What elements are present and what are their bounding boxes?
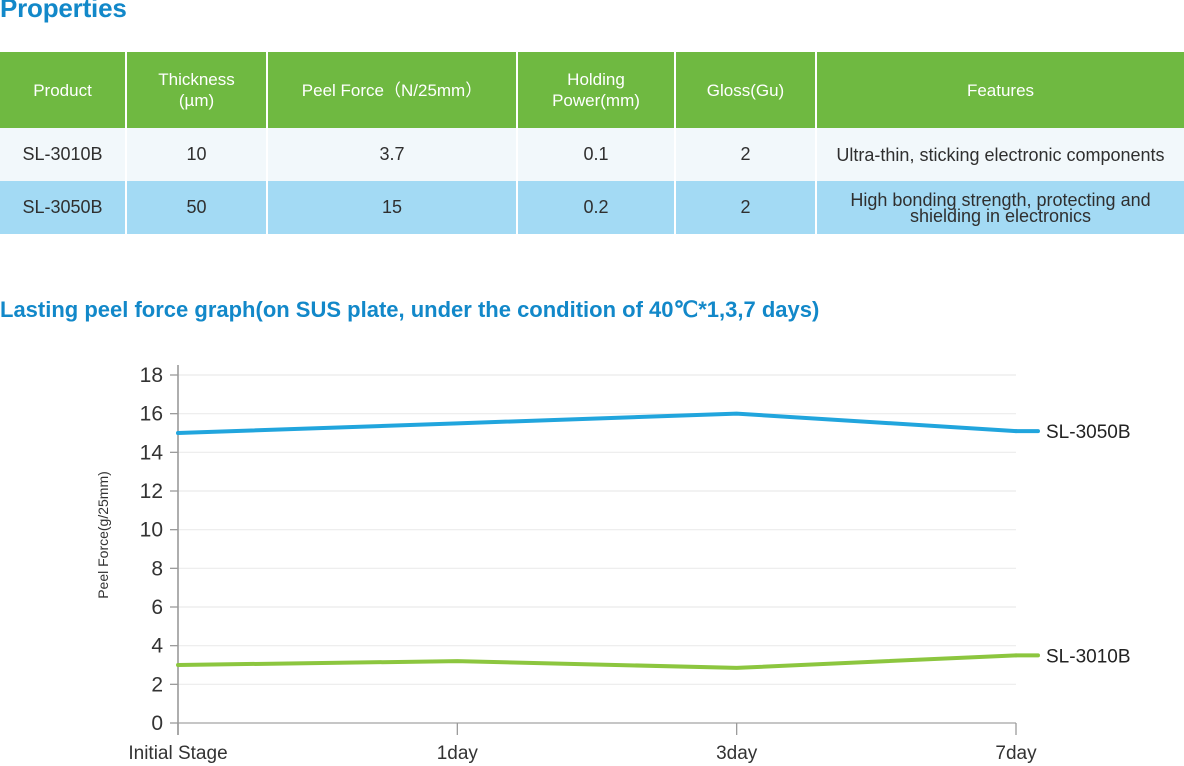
x-tick-label: 1day bbox=[437, 743, 479, 764]
x-tick-label: 3day bbox=[716, 743, 758, 764]
table-row: SL-3010B 10 3.7 0.1 2 Ultra-thin, sticki… bbox=[0, 128, 1184, 181]
series-line-sl-3050b bbox=[178, 414, 1016, 433]
page-title: Properties bbox=[0, 0, 127, 21]
y-tick-label: 18 bbox=[140, 364, 163, 387]
cell-thickness: 50 bbox=[126, 181, 267, 234]
column-header-product-label: Product bbox=[33, 81, 92, 100]
chart-x-tick-labels: Initial Stage 1day 3day 7day bbox=[128, 743, 1037, 764]
column-header-peel-force: Peel Force（N/25mm） bbox=[267, 52, 517, 128]
cell-features: Ultra-thin, sticking electronic componen… bbox=[816, 128, 1184, 181]
y-axis-title: Peel Force(g/25mm) bbox=[95, 471, 111, 599]
column-header-product: Product bbox=[0, 52, 126, 128]
cell-gloss: 2 bbox=[675, 181, 816, 234]
y-tick-label: 6 bbox=[151, 596, 163, 619]
series-line-sl-3010b bbox=[178, 655, 1016, 668]
column-header-holding-power-line1: Holding bbox=[567, 70, 625, 89]
cell-peel-force: 15 bbox=[267, 181, 517, 234]
y-tick-label: 0 bbox=[151, 712, 163, 735]
column-header-thickness-line1: Thickness bbox=[158, 70, 235, 89]
cell-product: SL-3010B bbox=[0, 128, 126, 181]
properties-table: Product Thickness (µm) Peel Force（N/25mm… bbox=[0, 52, 1184, 234]
cell-product: SL-3050B bbox=[0, 181, 126, 234]
column-header-thickness-line2: (µm) bbox=[179, 91, 214, 110]
y-tick-label: 14 bbox=[140, 441, 164, 464]
x-tick-label: Initial Stage bbox=[128, 743, 227, 764]
peel-force-chart: 0 2 4 6 8 10 12 14 16 18 Initial Stage 1day 3day 7da… bbox=[0, 350, 1184, 766]
table-row: SL-3050B 50 15 0.2 2 High bonding streng… bbox=[0, 181, 1184, 234]
chart-canvas: 0 2 4 6 8 10 12 14 16 18 Initial Stage 1day 3day 7da… bbox=[0, 350, 1184, 766]
y-tick-label: 10 bbox=[140, 519, 163, 542]
y-tick-label: 2 bbox=[151, 673, 163, 696]
column-header-features: Features bbox=[816, 52, 1184, 128]
chart-series-labels: SL-3050B SL-3010B bbox=[1016, 422, 1131, 667]
table-header-row: Product Thickness (µm) Peel Force（N/25mm… bbox=[0, 52, 1184, 128]
column-header-holding-power-line2: Power(mm) bbox=[552, 91, 640, 110]
y-tick-label: 16 bbox=[140, 403, 163, 426]
column-header-peel-force-label: Peel Force（N/25mm） bbox=[302, 81, 482, 100]
chart-y-axis-title: Peel Force(g/25mm) bbox=[95, 471, 111, 599]
y-tick-label: 8 bbox=[151, 557, 163, 580]
cell-holding-power: 0.1 bbox=[517, 128, 675, 181]
y-tick-label: 4 bbox=[151, 635, 163, 658]
cell-features: High bonding strength, protecting and sh… bbox=[816, 181, 1184, 234]
column-header-features-label: Features bbox=[967, 81, 1034, 100]
column-header-holding-power: Holding Power(mm) bbox=[517, 52, 675, 128]
chart-y-tick-labels: 0 2 4 6 8 10 12 14 16 18 bbox=[140, 364, 164, 735]
column-header-gloss-label: Gloss(Gu) bbox=[707, 81, 784, 100]
column-header-gloss: Gloss(Gu) bbox=[675, 52, 816, 128]
chart-heading: Lasting peel force graph(on SUS plate, u… bbox=[0, 296, 819, 324]
x-tick-label: 7day bbox=[995, 743, 1037, 764]
cell-gloss: 2 bbox=[675, 128, 816, 181]
column-header-thickness: Thickness (µm) bbox=[126, 52, 267, 128]
cell-thickness: 10 bbox=[126, 128, 267, 181]
series-label-sl-3050b: SL-3050B bbox=[1046, 422, 1131, 443]
y-tick-label: 12 bbox=[140, 480, 163, 503]
series-label-sl-3010b: SL-3010B bbox=[1046, 646, 1131, 667]
cell-holding-power: 0.2 bbox=[517, 181, 675, 234]
cell-peel-force: 3.7 bbox=[267, 128, 517, 181]
